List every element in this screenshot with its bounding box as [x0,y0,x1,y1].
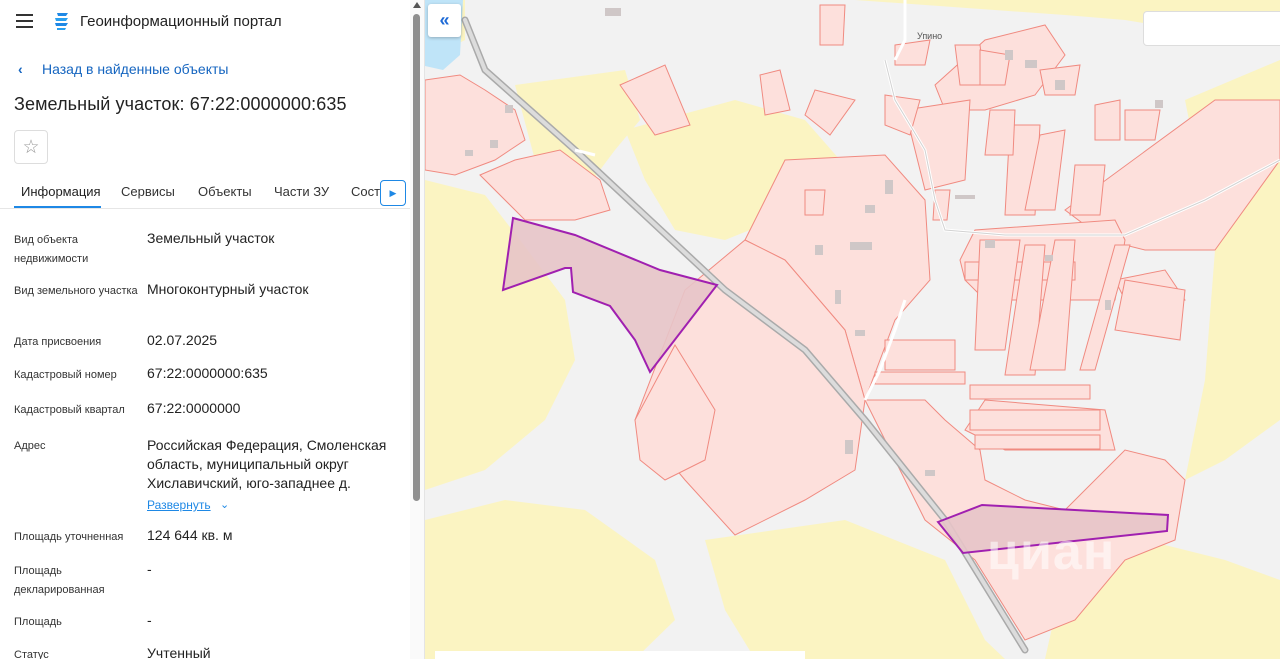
property-value: - [147,612,152,628]
address-value: Российская Федерация, Смоленская область… [147,437,387,491]
property-value: Учтенный [147,645,211,659]
tab-services[interactable]: Сервисы [121,184,175,199]
map-view[interactable]: Упино циан « [425,0,1280,659]
property-label: Адрес [14,440,46,452]
property-label: Вид объекта недвижимости [14,234,89,265]
cadastral-map[interactable] [425,0,1280,659]
tabs-scroll-right-button[interactable]: ▶ [380,180,406,206]
property-value: Земельный участок [147,230,275,246]
property-value: - [147,561,152,577]
property-label: Площадь уточненная [14,531,124,543]
back-link-label: Назад в найденные объекты [42,61,229,77]
menu-icon[interactable] [16,14,33,28]
property-label: Кадастровый квартал [14,404,125,416]
tab-information[interactable]: Информация [21,184,101,199]
chevron-left-icon: ‹ [18,61,23,77]
tab-bar: Информация Сервисы Объекты Части ЗУ Сост… [0,175,410,209]
page-title: Земельный участок: 67:22:0000000:635 [14,94,347,114]
property-value: Многоконтурный участок [147,281,309,297]
tab-parts[interactable]: Части ЗУ [274,184,329,199]
property-label: Площадь декларированная [14,565,105,596]
top-bar: Геоинформационный портал [0,0,410,42]
property-value: 02.07.2025 [147,332,218,348]
app-title: Геоинформационный портал [80,13,282,30]
property-label: Статус [14,649,49,659]
scrollbar-thumb[interactable] [413,14,420,501]
chevron-down-icon[interactable]: ⌄ [220,498,229,511]
star-icon: ☆ [22,136,40,158]
scroll-up-arrow-icon[interactable] [413,2,421,8]
portal-logo-icon [55,13,68,30]
property-value: 67:22:0000000 [147,400,241,416]
panel-scrollbar[interactable] [410,0,424,659]
expand-link[interactable]: Развернуть [147,498,211,512]
property-label: Площадь [14,616,62,628]
caret-right-icon: ▶ [389,187,397,198]
tab-objects[interactable]: Объекты [198,184,252,199]
property-label: Кадастровый номер [14,369,117,381]
info-panel: Геоинформационный портал ‹ Назад в найде… [0,0,425,659]
bottom-status-strip [435,651,805,659]
property-label: Дата присвоения [14,336,102,348]
property-value: 67:22:0000000:635 [147,365,268,381]
collapse-panel-button[interactable]: « [428,4,461,37]
village-label: Упино [917,31,943,41]
favorite-button[interactable]: ☆ [14,130,48,164]
property-value: 124 644 кв. м [147,527,233,543]
back-link[interactable]: ‹ Назад в найденные объекты [18,60,228,78]
property-label: Вид земельного участка [14,285,138,297]
tab-composition[interactable]: Сост [351,184,380,199]
map-search-input[interactable] [1143,11,1280,46]
active-tab-indicator [14,206,101,208]
watermark: циан [987,523,1116,581]
double-chevron-left-icon: « [439,10,450,30]
